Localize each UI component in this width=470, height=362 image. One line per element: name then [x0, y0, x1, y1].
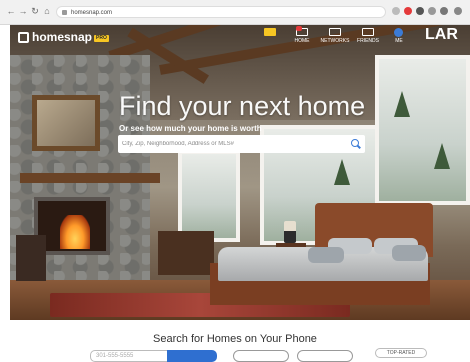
address-bar[interactable]: homesnap.com — [56, 6, 386, 18]
window — [375, 55, 470, 205]
search-icon — [264, 28, 276, 36]
nav-label: NETWORKS — [320, 38, 350, 44]
nav-label: ME — [395, 38, 403, 44]
chair — [16, 235, 46, 281]
chest — [158, 231, 214, 275]
tree — [334, 159, 350, 185]
extension-icon[interactable] — [392, 7, 400, 15]
app-promo-title: Search for Homes on Your Phone — [153, 333, 317, 345]
menu-icon[interactable] — [454, 7, 462, 15]
url-text: homesnap.com — [71, 10, 113, 16]
pillow — [392, 245, 426, 261]
app-store-button[interactable] — [233, 350, 289, 362]
send-link-button[interactable] — [167, 350, 217, 362]
forward-icon[interactable]: → — [18, 6, 28, 16]
homesnap-logo[interactable]: homesnap PRO — [18, 30, 109, 44]
nav-label: HOME — [294, 38, 310, 44]
extension-icon[interactable] — [440, 7, 448, 15]
tree — [434, 143, 450, 169]
extension-icon[interactable] — [416, 7, 424, 15]
logo-text: homesnap — [32, 30, 93, 44]
nav-search[interactable] — [254, 28, 286, 38]
lock-icon — [62, 10, 67, 15]
hero-background — [10, 25, 470, 320]
back-icon[interactable]: ← — [6, 6, 16, 16]
browser-toolbar: ← → ↻ ⌂ homesnap.com — [0, 0, 470, 25]
brand-mark: LAR — [425, 26, 458, 43]
nav-label: FRIENDS — [357, 38, 379, 44]
reload-icon[interactable]: ↻ — [30, 6, 40, 16]
home-icon — [296, 26, 308, 36]
phone-number-field[interactable]: 301-555-5555 — [90, 350, 168, 362]
search-icon[interactable] — [351, 139, 359, 147]
window — [178, 150, 240, 242]
hero-title: Find your next home — [119, 91, 366, 121]
logo-icon — [18, 32, 29, 43]
tree — [394, 91, 410, 117]
nav-home[interactable]: HOME — [286, 26, 318, 44]
extension-icon[interactable] — [404, 7, 412, 15]
mantel — [20, 173, 160, 183]
home-icon[interactable]: ⌂ — [42, 6, 52, 16]
search-box — [118, 135, 365, 153]
lamp — [284, 221, 296, 243]
notification-badge — [296, 26, 302, 31]
mirror — [32, 95, 100, 151]
avatar[interactable] — [394, 28, 403, 37]
search-input[interactable] — [122, 138, 337, 150]
fire — [60, 215, 90, 249]
nav-networks[interactable]: NETWORKS — [319, 28, 351, 44]
hero-subtitle: Or see how much your home is worth — [119, 124, 262, 133]
nav-friends[interactable]: FRIENDS — [352, 28, 384, 44]
logo-badge: PRO — [94, 35, 109, 42]
extension-icon[interactable] — [428, 7, 436, 15]
top-rated-badge: TOP-RATED — [375, 348, 427, 358]
pillow — [308, 247, 344, 263]
google-play-button[interactable] — [297, 350, 353, 362]
people-icon — [362, 28, 374, 36]
chat-icon — [329, 28, 341, 36]
